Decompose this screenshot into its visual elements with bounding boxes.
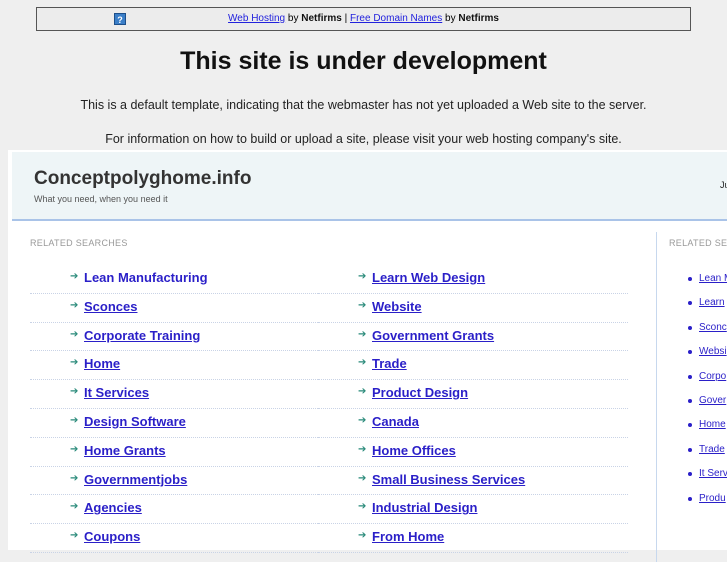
arrow-icon: ➔: [70, 414, 79, 426]
related-item: ➔ Coupons: [30, 524, 330, 553]
related-link[interactable]: Canada: [372, 414, 419, 429]
related-item: ➔ Canada: [318, 409, 628, 438]
site-name: Conceptpolyghome.info: [34, 168, 252, 189]
sidebar-link[interactable]: Sconc: [699, 322, 727, 333]
arrow-icon: ➔: [358, 443, 367, 455]
related-link[interactable]: Small Business Services: [372, 472, 525, 487]
sidebar-link[interactable]: Produ: [699, 493, 726, 504]
sidebar-link[interactable]: Learn: [699, 297, 725, 308]
arrow-icon: ➔: [70, 530, 79, 542]
related-item: ➔ Industrial Design: [318, 495, 628, 525]
arrow-icon: ➔: [70, 328, 79, 340]
related-item: ➔ Corporate Training: [30, 323, 330, 352]
arrow-icon: ➔: [70, 501, 79, 513]
related-link[interactable]: Sconces: [84, 299, 137, 314]
related-link[interactable]: Product Design: [372, 385, 468, 400]
related-link[interactable]: Design Software: [84, 414, 186, 429]
info-text: For information on how to build or uploa…: [105, 132, 622, 146]
related-link[interactable]: Trade: [372, 356, 407, 371]
related-item: ➔ Product Design: [318, 380, 628, 409]
bullet-icon: [688, 496, 692, 501]
bullet-icon: [688, 277, 692, 281]
site-header: Conceptpolyghome.info What you need, whe…: [12, 152, 727, 221]
arrow-icon: ➔: [358, 501, 367, 513]
page-title: This site is under development: [180, 47, 547, 75]
arrow-icon: ➔: [358, 386, 367, 398]
web-hosting-link[interactable]: Web Hosting: [228, 13, 285, 24]
related-link[interactable]: From Home: [372, 529, 444, 544]
related-item: ➔ Home Offices: [318, 438, 628, 467]
arrow-icon: ➔: [70, 357, 79, 369]
sidebar-link[interactable]: Home: [699, 419, 726, 430]
related-link[interactable]: Government Grants: [372, 328, 494, 343]
sidebar-link[interactable]: Corpo: [699, 371, 726, 382]
related-item: ➔ Website: [318, 294, 628, 323]
arrow-icon: ➔: [358, 328, 367, 340]
sidebar-link[interactable]: Gover: [699, 395, 726, 406]
related-item: ➔ Home: [30, 351, 330, 381]
sidebar-divider: [656, 232, 657, 562]
related-column-1: ➔ Lean Manufacturing ➔ Sconces ➔ Corporate Tr…: [30, 265, 330, 553]
bullet-icon: [688, 325, 692, 330]
related-link[interactable]: Website: [372, 299, 422, 314]
arrow-icon: ➔: [358, 414, 367, 426]
arrow-icon: ➔: [358, 472, 367, 484]
bullet-icon: [688, 301, 692, 306]
arrow-icon: ➔: [358, 530, 367, 542]
related-item: ➔ Trade: [318, 351, 628, 381]
arrow-icon: ➔: [70, 386, 79, 398]
related-link[interactable]: Agencies: [84, 500, 142, 515]
related-item: ➔ Learn Web Design: [318, 265, 628, 294]
related-item: ➔ From Home: [318, 524, 628, 553]
intro-text: This is a default template, indicating t…: [80, 98, 647, 112]
related-link[interactable]: Home: [84, 356, 120, 371]
bullet-icon: [688, 350, 692, 355]
related-link[interactable]: Learn Web Design: [372, 270, 485, 285]
arrow-icon: ➔: [70, 472, 79, 484]
related-item: ➔ Small Business Services: [318, 467, 628, 496]
parked-page-panel: Conceptpolyghome.info What you need, whe…: [8, 150, 727, 562]
related-link[interactable]: It Services: [84, 385, 149, 400]
related-link[interactable]: Lean Manufacturing: [84, 270, 208, 285]
arrow-icon: ➔: [358, 271, 367, 282]
arrow-icon: ➔: [70, 443, 79, 455]
sidebar-related-label: RELATED SE: [669, 238, 727, 248]
arrow-icon: ➔: [358, 357, 367, 369]
sidebar-link[interactable]: Lean M: [699, 273, 727, 284]
related-item: ➔ Home Grants: [30, 438, 330, 467]
related-link[interactable]: Corporate Training: [84, 328, 200, 343]
bullet-icon: [688, 447, 692, 452]
related-link[interactable]: Governmentjobs: [84, 472, 187, 487]
related-link[interactable]: Industrial Design: [372, 500, 477, 515]
related-item: ➔ It Services: [30, 380, 330, 409]
related-item: ➔ Lean Manufacturing: [30, 265, 330, 294]
related-column-2: ➔ Learn Web Design ➔ Website ➔ Government Gra…: [318, 265, 628, 553]
site-tagline: What you need, when you need it: [34, 194, 168, 204]
related-item: ➔ Design Software: [30, 409, 330, 438]
bullet-icon: [688, 423, 692, 428]
header-right-text: Ju: [720, 180, 727, 190]
arrow-icon: ➔: [70, 299, 79, 311]
related-item: ➔ Government Grants: [318, 323, 628, 352]
related-link[interactable]: Home Offices: [372, 443, 456, 458]
arrow-icon: ➔: [358, 299, 367, 311]
related-item: ➔ Agencies: [30, 495, 330, 525]
related-item: ➔ Governmentjobs: [30, 467, 330, 496]
related-link[interactable]: Coupons: [84, 529, 140, 544]
sidebar-link[interactable]: Trade: [699, 444, 725, 455]
bullet-icon: [688, 472, 692, 477]
arrow-icon: ➔: [70, 271, 79, 282]
related-searches-label: RELATED SEARCHES: [30, 238, 128, 248]
sidebar-link[interactable]: It Serv: [699, 468, 727, 479]
sidebar-link[interactable]: Websi: [699, 346, 727, 357]
free-domain-names-link[interactable]: Free Domain Names: [350, 13, 442, 24]
question-icon[interactable]: ?: [114, 13, 126, 25]
bullet-icon: [688, 399, 692, 403]
netfirms-banner: ? Web Hosting by Netfirms | Free Domain …: [36, 7, 691, 31]
related-item: ➔ Sconces: [30, 294, 330, 323]
bullet-icon: [688, 374, 692, 379]
related-link[interactable]: Home Grants: [84, 443, 166, 458]
